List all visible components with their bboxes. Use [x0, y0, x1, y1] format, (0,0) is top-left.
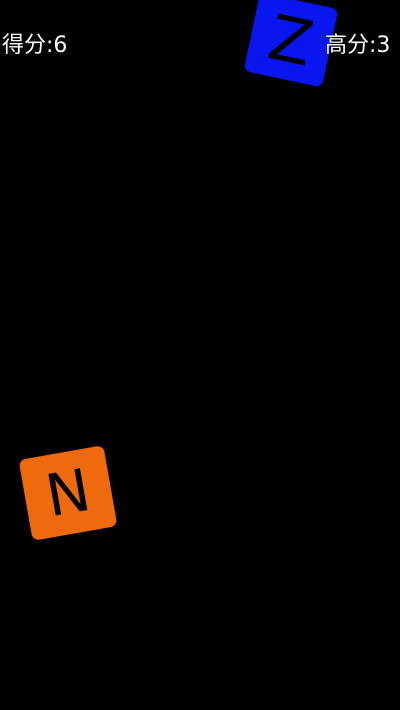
letter-tile-orange[interactable]: N [18, 445, 118, 541]
score-label: 得分:6 [2, 33, 68, 58]
game-screen[interactable]: Z 得分:6 高分:3 N [0, 0, 400, 710]
tile-letter: Z [262, 0, 320, 81]
high-score-label: 高分:3 [325, 33, 391, 58]
tile-letter: N [40, 455, 96, 531]
